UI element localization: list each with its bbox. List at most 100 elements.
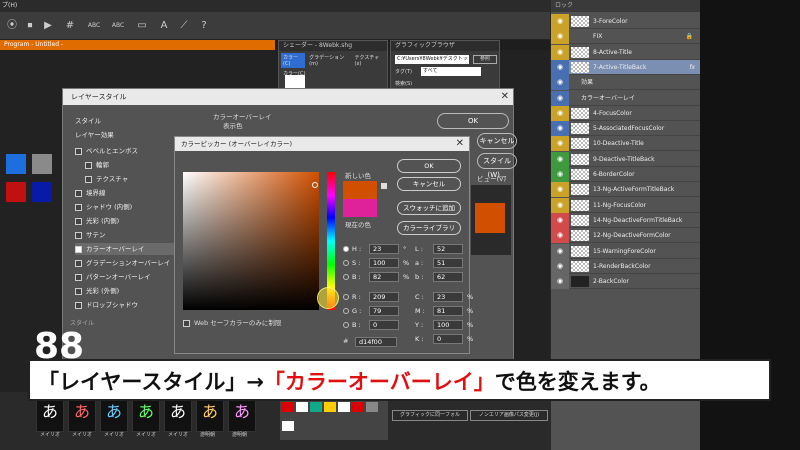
grid-icon[interactable]: # [62, 18, 78, 34]
add-to-swatches-button[interactable]: スウォッチに追加 [397, 201, 461, 215]
field-radio[interactable] [343, 308, 349, 314]
menu-fragment[interactable]: プ(H) [0, 2, 17, 9]
eye-icon[interactable]: ◉ [551, 90, 569, 106]
effect-item[interactable]: パターンオーバーレイ [75, 271, 175, 283]
font-icon[interactable]: A [156, 18, 172, 34]
field-input[interactable]: 0 [369, 320, 399, 330]
gamut-warning-icon[interactable] [381, 183, 387, 189]
record-icon[interactable]: ⦿ [4, 18, 20, 34]
eye-icon[interactable]: ◉ [551, 258, 569, 274]
font-preview-glyph[interactable]: あ [36, 398, 64, 432]
layer-row[interactable]: ◉ 2-BackColor [551, 274, 701, 290]
effect-checkbox[interactable] [75, 259, 82, 267]
help-icon[interactable]: ? [196, 18, 212, 34]
eye-icon[interactable]: ◉ [551, 121, 569, 137]
layer-row[interactable]: ◉ 11-Ng-FocusColor [551, 197, 701, 213]
hex-input[interactable]: d14f00 [355, 337, 397, 347]
effect-item[interactable]: グラデーションオーバーレイ [75, 257, 175, 269]
field-input[interactable]: 23 [433, 292, 463, 302]
field-input[interactable]: 62 [433, 272, 463, 282]
graphic-path[interactable]: C:¥Users¥8Webk¥デスクトップ [395, 55, 469, 64]
eye-icon[interactable]: ◉ [551, 29, 569, 45]
layer-row[interactable]: ◉ 3-ForeColor [551, 14, 701, 29]
font-preview-glyph[interactable]: あ [196, 398, 224, 432]
layer-row[interactable]: ◉ 15-WarningForeColor [551, 243, 701, 259]
shader-tab-texture[interactable]: テクスチャ(x) [353, 53, 386, 68]
color-libraries-button[interactable]: カラーライブラリ [397, 221, 461, 235]
layer-row[interactable]: ◉ 13-Ng-ActiveFormTitleBack [551, 182, 701, 198]
eye-icon[interactable]: ◉ [551, 243, 569, 259]
field-radio[interactable] [343, 294, 349, 300]
web-safe-row[interactable]: Web セーフカラーのみに制限 [183, 317, 281, 327]
web-safe-checkbox[interactable] [183, 319, 190, 327]
color-field[interactable] [183, 172, 319, 310]
shader-tab-gradient[interactable]: グラデーション(m) [307, 53, 350, 68]
swatch-blue[interactable] [6, 154, 26, 174]
effect-item[interactable]: シャドウ (内側) [75, 201, 175, 213]
effect-checkbox[interactable] [75, 147, 82, 155]
effect-checkbox[interactable] [75, 189, 82, 197]
field-input[interactable]: 51 [433, 258, 463, 268]
layer-row[interactable]: ◉ 6-BorderColor [551, 167, 701, 182]
layer-row[interactable]: ◉ 5-AssociatedFocusColor [551, 121, 701, 137]
graphic-same-folder-button[interactable]: グラフィックに同一フォル [392, 410, 468, 421]
layer-style-new-style-button[interactable]: スタイル(W)... [477, 153, 517, 179]
effect-item[interactable]: 輪郭 [85, 159, 185, 171]
effect-checkbox[interactable] [75, 273, 82, 281]
effect-item[interactable]: サテン [75, 229, 175, 241]
color-field-cursor[interactable] [312, 182, 318, 188]
field-radio[interactable] [343, 274, 349, 280]
shader-tab-color[interactable]: カラー(C) [281, 53, 306, 68]
play-icon[interactable]: ▶ [40, 18, 56, 34]
eye-icon[interactable]: ◉ [551, 44, 569, 60]
field-input[interactable]: 79 [369, 306, 399, 316]
clipboard-icon[interactable]: ▭ [134, 18, 150, 34]
eye-icon[interactable]: ◉ [551, 274, 569, 290]
effects-header[interactable]: レイヤー効果 [75, 129, 114, 141]
field-input[interactable]: 82 [369, 272, 399, 282]
field-radio[interactable] [343, 322, 349, 328]
layer-row[interactable]: ◉ 9-Deactive-TitleBack [551, 151, 701, 167]
field-radio[interactable] [343, 260, 349, 266]
field-input[interactable]: 100 [433, 320, 463, 330]
picker-cancel-button[interactable]: キャンセル [397, 177, 461, 191]
effect-checkbox[interactable] [75, 287, 82, 295]
eye-icon[interactable]: ◉ [551, 14, 569, 29]
program-tab[interactable]: Program - Untitled - [0, 40, 275, 50]
eye-icon[interactable]: ◉ [551, 212, 569, 228]
field-input[interactable]: 100 [369, 258, 399, 268]
font-preview-glyph[interactable]: あ [228, 398, 256, 432]
layer-row[interactable]: ◉ 12-Ng-DeactiveFormColor [551, 228, 701, 244]
current-color-swatch[interactable] [343, 199, 377, 217]
field-input[interactable]: 81 [433, 306, 463, 316]
swatch-gray[interactable] [32, 154, 52, 174]
eye-icon[interactable]: ◉ [551, 151, 569, 167]
font-preview-glyph[interactable]: あ [164, 398, 192, 432]
layer-row[interactable]: ◉ カラーオーバーレイ [551, 90, 701, 106]
preview-label[interactable]: ビュー(V) [477, 173, 506, 183]
effect-checkbox[interactable] [75, 231, 82, 239]
layer-row[interactable]: ◉ 7-Active-TitleBack fx [551, 59, 701, 75]
effect-checkbox[interactable] [75, 203, 82, 211]
change-image-path-button[interactable]: ノンエリア画像パス変更(j) [470, 410, 548, 421]
layer-row[interactable]: ◉ 効果 [551, 75, 701, 91]
effect-item[interactable]: カラーオーバーレイ [75, 243, 175, 255]
eye-icon[interactable]: ◉ [551, 228, 569, 244]
close-icon[interactable]: ✕ [501, 91, 509, 102]
field-radio[interactable] [343, 246, 349, 252]
picker-ok-button[interactable]: OK [397, 159, 461, 173]
layer-row[interactable]: ◉ 4-FocusColor [551, 105, 701, 121]
graphic-browse-button[interactable]: 参照 [473, 55, 497, 64]
layer-style-cancel-button[interactable]: キャンセル [477, 133, 517, 149]
eye-icon[interactable]: ◉ [551, 167, 569, 182]
eye-icon[interactable]: ◉ [551, 197, 569, 213]
swatch-red[interactable] [6, 182, 26, 202]
field-input[interactable]: 0 [433, 334, 463, 344]
swatch-navy[interactable] [32, 182, 52, 202]
brush-icon[interactable]: ⟋ [176, 18, 192, 34]
field-input[interactable]: 23 [369, 244, 399, 254]
spell-abc-icon[interactable]: ABC [110, 18, 126, 34]
eye-icon[interactable]: ◉ [551, 59, 569, 75]
font-preview-glyph[interactable]: あ [100, 398, 128, 432]
fx-icon[interactable]: fx [689, 60, 695, 75]
